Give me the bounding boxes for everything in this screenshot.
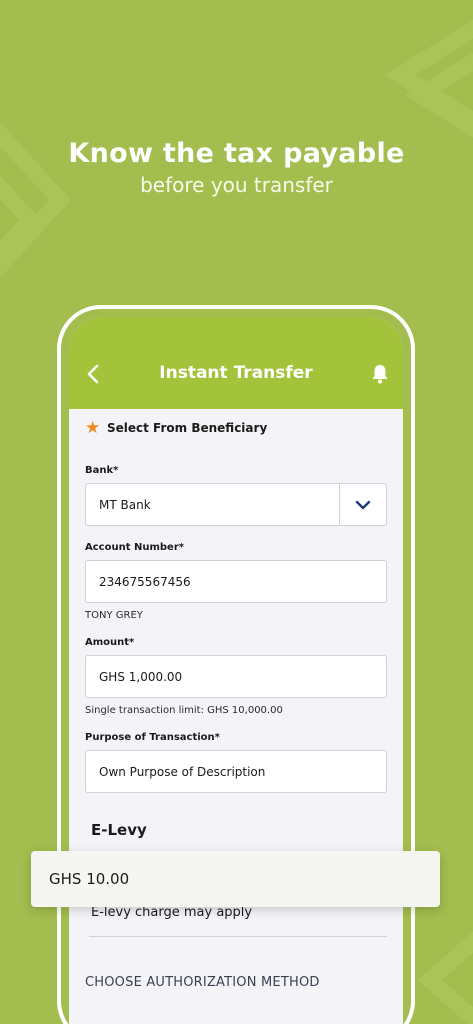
app-bar: Instant Transfer xyxy=(69,317,403,409)
elevy-amount: GHS 10.00 xyxy=(49,870,130,888)
account-number-input[interactable]: 234675567456 xyxy=(85,560,387,603)
bell-icon[interactable] xyxy=(371,364,389,384)
bank-label: Bank* xyxy=(85,465,119,476)
elevy-amount-card: GHS 10.00 xyxy=(31,851,440,907)
purpose-input[interactable]: Own Purpose of Description xyxy=(85,750,387,793)
promo-headline: Know the tax payable before you transfer xyxy=(0,138,473,197)
account-holder-name: TONY GREY xyxy=(85,610,143,621)
choose-authorization-method[interactable]: CHOOSE AUTHORIZATION METHOD xyxy=(85,975,387,990)
amount-value: GHS 1,000.00 xyxy=(99,669,183,684)
select-beneficiary-label: Select From Beneficiary xyxy=(107,421,268,435)
promo-title: Know the tax payable xyxy=(68,138,405,169)
screen-title: Instant Transfer xyxy=(159,363,313,383)
star-icon: ★ xyxy=(85,418,101,438)
select-beneficiary-link[interactable]: ★ Select From Beneficiary xyxy=(85,418,387,438)
amount-input[interactable]: GHS 1,000.00 xyxy=(85,655,387,698)
account-number-label: Account Number* xyxy=(85,542,184,553)
phone-screen: Instant Transfer ★ Select From Beneficia… xyxy=(69,317,403,1024)
bank-value: MT Bank xyxy=(99,497,151,512)
bank-dropdown-button[interactable] xyxy=(339,484,386,525)
account-number-value: 234675567456 xyxy=(99,574,191,589)
chevron-down-icon xyxy=(355,500,371,509)
purpose-label: Purpose of Transaction* xyxy=(85,732,220,743)
promo-subtitle: before you transfer xyxy=(140,173,333,197)
divider xyxy=(89,936,387,937)
elevy-note: E-levy charge may apply xyxy=(91,905,253,920)
purpose-value: Own Purpose of Description xyxy=(99,764,266,779)
bank-select[interactable]: MT Bank xyxy=(85,483,387,526)
amount-limit-text: Single transaction limit: GHS 10,000.00 xyxy=(85,705,283,716)
amount-label: Amount* xyxy=(85,637,135,648)
elevy-title: E-Levy xyxy=(91,821,147,839)
phone-frame: Instant Transfer ★ Select From Beneficia… xyxy=(57,305,415,1024)
